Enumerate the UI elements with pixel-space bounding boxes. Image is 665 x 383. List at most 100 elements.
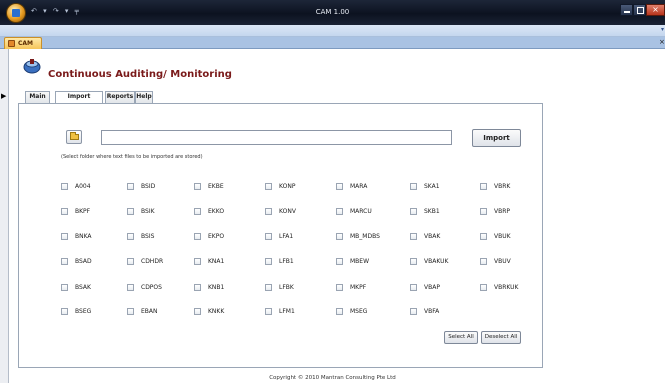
checkbox-label: BNKA: [75, 233, 92, 240]
checkbox-box[interactable]: [480, 208, 487, 215]
checkbox-box[interactable]: [336, 284, 343, 291]
checkbox-label: LFM1: [279, 308, 295, 315]
checkbox-box[interactable]: [410, 284, 417, 291]
checkbox-label: EKKO: [208, 208, 225, 215]
checkbox-label: BSAD: [75, 258, 92, 265]
checkbox-label: BSEG: [75, 308, 92, 315]
checkbox-box[interactable]: [410, 183, 417, 190]
checkbox-box[interactable]: [127, 308, 134, 315]
checkbox-label: BKPF: [75, 208, 91, 215]
checkbox-label: MBEW: [350, 258, 370, 265]
checkbox-box[interactable]: [336, 308, 343, 315]
checkbox-box[interactable]: [61, 284, 68, 291]
checkbox-box[interactable]: [410, 258, 417, 265]
checkbox-label: EKPO: [208, 233, 225, 240]
checkbox-label: LFA1: [279, 233, 294, 240]
checkbox-box[interactable]: [265, 208, 272, 215]
expand-arrow-icon[interactable]: ▶: [1, 93, 8, 100]
checkbox-label: BSAK: [75, 284, 91, 291]
checkbox-box[interactable]: [480, 183, 487, 190]
checkbox-label: CDPOS: [141, 284, 162, 291]
checkbox-box[interactable]: [194, 308, 201, 315]
checkbox-label: MARCU: [350, 208, 372, 215]
app-doc-icon: [8, 40, 15, 47]
checkbox-box[interactable]: [194, 284, 201, 291]
checkbox-box[interactable]: [336, 183, 343, 190]
document-tabstrip: [0, 37, 665, 49]
tab-main[interactable]: Main: [25, 91, 50, 103]
app-logo-icon: [23, 59, 41, 74]
checkbox-label: EKBE: [208, 183, 224, 190]
checkbox-label: MB_MDBS: [350, 233, 380, 240]
checkbox-box[interactable]: [336, 208, 343, 215]
checkbox-label: SKB1: [424, 208, 440, 215]
close-button[interactable]: ×: [646, 4, 665, 16]
window-title: CAM 1.00: [315, 8, 350, 16]
checkbox-box[interactable]: [127, 208, 134, 215]
checkbox-box[interactable]: [61, 208, 68, 215]
folder-path-input[interactable]: [101, 130, 452, 145]
document-tab-label: CAM: [18, 40, 34, 47]
checkbox-label: VBAP: [424, 284, 440, 291]
checkbox-box[interactable]: [194, 183, 201, 190]
checkbox-label: EBAN: [141, 308, 158, 315]
browse-folder-button[interactable]: [66, 130, 82, 144]
close-document-icon[interactable]: ×: [659, 38, 665, 46]
checkbox-box[interactable]: [127, 258, 134, 265]
checkbox-label: SKA1: [424, 183, 440, 190]
tab-help[interactable]: Help: [135, 91, 153, 103]
checkbox-box[interactable]: [265, 308, 272, 315]
folder-icon: [70, 132, 79, 140]
checkbox-box[interactable]: [336, 258, 343, 265]
tab-reports[interactable]: Reports: [105, 91, 135, 103]
checkbox-label: CDHDR: [141, 258, 164, 265]
checkbox-box[interactable]: [410, 233, 417, 240]
checkbox-label: BSID: [141, 183, 156, 190]
checkbox-label: KNA1: [208, 258, 225, 265]
checkbox-box[interactable]: [194, 208, 201, 215]
left-collapse-panel: ▶: [0, 49, 9, 383]
checkbox-box[interactable]: [265, 233, 272, 240]
deselect-all-button[interactable]: Deselect All: [481, 331, 521, 344]
checkbox-label: VBRP: [494, 208, 511, 215]
select-all-button[interactable]: Select All: [444, 331, 478, 344]
maximize-button[interactable]: [633, 4, 646, 16]
minimize-button[interactable]: [620, 4, 633, 16]
checkbox-box[interactable]: [61, 258, 68, 265]
checkbox-label: VBAK: [424, 233, 441, 240]
checkbox-label: VBAKUK: [424, 258, 449, 265]
checkbox-box[interactable]: [480, 284, 487, 291]
checkbox-label: VBRKUK: [494, 284, 519, 291]
window-titlebar: ↶ ▾ ↷ ▾ ╤ CAM 1.00 ×: [0, 0, 665, 25]
import-button[interactable]: Import: [472, 129, 521, 147]
checkbox-box[interactable]: [480, 233, 487, 240]
ribbon-expand-icon[interactable]: ▾: [661, 27, 665, 33]
checkbox-box[interactable]: [194, 258, 201, 265]
checkbox-label: MARA: [350, 183, 368, 190]
document-tab-cam[interactable]: CAM: [4, 37, 42, 49]
checkbox-box[interactable]: [265, 284, 272, 291]
checkbox-box[interactable]: [336, 233, 343, 240]
checkbox-box[interactable]: [410, 308, 417, 315]
checkbox-label: KNB1: [208, 284, 225, 291]
checkbox-label: LFB1: [279, 258, 294, 265]
checkbox-box[interactable]: [127, 183, 134, 190]
checkbox-box[interactable]: [410, 208, 417, 215]
checkbox-label: VBRK: [494, 183, 511, 190]
checkbox-box[interactable]: [61, 308, 68, 315]
checkbox-box[interactable]: [265, 183, 272, 190]
checkbox-label: LFBK: [279, 284, 294, 291]
checkbox-label: KONP: [279, 183, 296, 190]
checkbox-box[interactable]: [127, 284, 134, 291]
ribbon-bar: [0, 25, 665, 37]
checkbox-label: MSEG: [350, 308, 368, 315]
checkbox-box[interactable]: [480, 258, 487, 265]
checkbox-label: A004: [75, 183, 91, 190]
checkbox-box[interactable]: [194, 233, 201, 240]
checkbox-box[interactable]: [61, 183, 68, 190]
checkbox-box[interactable]: [127, 233, 134, 240]
checkbox-box[interactable]: [265, 258, 272, 265]
checkbox-label: MKPF: [350, 284, 367, 291]
checkbox-box[interactable]: [61, 233, 68, 240]
checkbox-label: VBFA: [424, 308, 440, 315]
